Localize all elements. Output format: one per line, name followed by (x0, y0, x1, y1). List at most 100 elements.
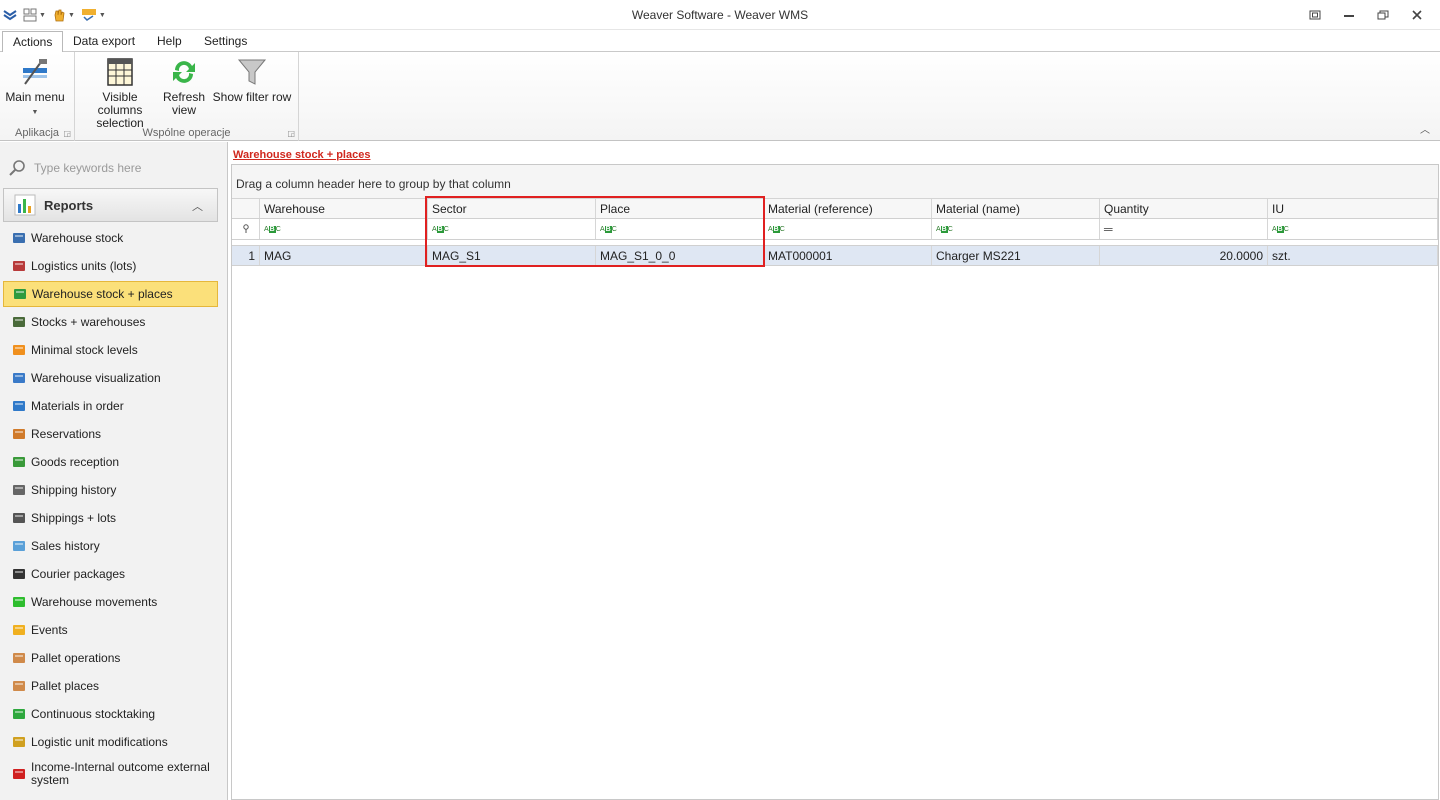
cell-sector[interactable]: MAG_S1 (428, 246, 596, 265)
column-header-quantity[interactable]: Quantity (1100, 199, 1268, 218)
sidebar-item-label: Income-Internal outcome external system (31, 760, 210, 787)
breadcrumb[interactable]: Warehouse stock + places (233, 149, 370, 161)
dialog-launcher-icon[interactable]: ◲ (287, 129, 295, 138)
sidebar-item-logistic-unit-modifications[interactable]: Logistic unit modifications (3, 729, 218, 755)
sidebar-item-label: Sales history (31, 538, 100, 553)
tab-settings[interactable]: Settings (194, 31, 257, 52)
flag-icon (11, 398, 27, 414)
sidebar-item-warehouse-stock[interactable]: Warehouse stock (3, 225, 218, 251)
cell-quantity[interactable]: 20.0000 (1100, 246, 1268, 265)
grid-filter-row: ABC ABC ABC ABC ABC ═ ABC (232, 219, 1438, 240)
tab-help[interactable]: Help (147, 31, 192, 52)
minimize-icon[interactable] (1334, 5, 1364, 25)
column-header-iu[interactable]: IU (1268, 199, 1438, 218)
ribbon-group-label: Wspólne operacje (142, 127, 231, 139)
filter-cell-iu[interactable]: ABC (1268, 219, 1438, 239)
refresh-view-button[interactable]: Refresh view (161, 56, 207, 117)
ribbon-tabs: Actions Data export Help Settings (0, 30, 1440, 53)
cell-warehouse[interactable]: MAG (260, 246, 428, 265)
sidebar-item-stocks-warehouses[interactable]: Stocks + warehouses (3, 309, 218, 335)
filter-cell-quantity[interactable]: ═ (1100, 219, 1268, 239)
sidebar-item-materials-in-order[interactable]: Materials in order (3, 393, 218, 419)
sidebar-item-label: Warehouse visualization (31, 370, 161, 385)
text-filter-icon[interactable]: ABC (936, 225, 953, 233)
sidebar-item-continuous-stocktaking[interactable]: Continuous stocktaking (3, 701, 218, 727)
search-box[interactable]: Type keywords here (8, 156, 218, 180)
visible-columns-button[interactable]: Visible columns selection (81, 56, 159, 130)
sidebar-item-goods-reception[interactable]: Goods reception (3, 449, 218, 475)
sidebar-item-courier-packages[interactable]: Courier packages (3, 561, 218, 587)
reports-chart-icon (14, 194, 36, 216)
cell-iu[interactable]: szt. (1268, 246, 1438, 265)
chevron-down-icon: ▼ (31, 109, 39, 116)
sidebar-item-shippings-lots[interactable]: Shippings + lots (3, 505, 218, 531)
chevron-up-icon[interactable]: ︿ (192, 198, 203, 214)
column-header-sector[interactable]: Sector (428, 199, 596, 218)
dialog-launcher-icon[interactable]: ◲ (63, 129, 71, 138)
refresh-icon (173, 61, 195, 83)
equals-operator-icon[interactable]: ═ (1104, 222, 1113, 236)
sidebar-item-warehouse-visualization[interactable]: Warehouse visualization (3, 365, 218, 391)
plane-icon (11, 566, 27, 582)
tab-actions[interactable]: Actions (2, 31, 64, 53)
pin-icon (242, 224, 249, 233)
filter-cell-material-reference[interactable]: ABC (764, 219, 932, 239)
column-header-warehouse[interactable]: Warehouse (260, 199, 428, 218)
text-filter-icon[interactable]: ABC (264, 225, 281, 233)
ribbon: Main menu ▼ Aplikacja ◲ Visible columns … (0, 52, 1440, 141)
text-filter-icon[interactable]: ABC (1272, 225, 1289, 233)
window-controls (1300, 5, 1432, 25)
collapse-ribbon-icon[interactable]: ︿ (1420, 121, 1430, 136)
filter-cell-sector[interactable]: ABC (428, 219, 596, 239)
table-row[interactable]: 1 MAG MAG_S1 MAG_S1_0_0 MAT000001 Charger MS… (232, 245, 1438, 266)
sidebar-item-reservations[interactable]: Reservations (3, 421, 218, 447)
reception-truck-icon (11, 454, 27, 470)
sidebar-item-pallet-operations[interactable]: Pallet operations (3, 645, 218, 671)
column-header-place[interactable]: Place (596, 199, 764, 218)
sidebar-item-shipping-history[interactable]: Shipping history (3, 477, 218, 503)
visible-columns-label: Visible columns selection (96, 90, 144, 130)
sidebar-item-warehouse-movements[interactable]: Warehouse movements (3, 589, 218, 615)
sidebar-item-logistics-units-lots[interactable]: Logistics units (lots) (3, 253, 218, 279)
row-number: 1 (232, 246, 260, 265)
reports-section-header[interactable]: Reports ︿ (3, 188, 218, 222)
main-menu-button[interactable]: Main menu ▼ (5, 56, 65, 119)
title-bar: ▼ ▼ ▼ Weaver Software - Weaver WMS (0, 0, 1440, 30)
filter-cell-material-name[interactable]: ABC (932, 219, 1100, 239)
sidebar-item-warehouse-stock-places[interactable]: Warehouse stock + places (3, 281, 218, 307)
filter-cell-warehouse[interactable]: ABC (260, 219, 428, 239)
sidebar-item-minimal-stock-levels[interactable]: Minimal stock levels (3, 337, 218, 363)
sidebar-item-income-internal-outcome-external-system[interactable]: Income-Internal outcome external system (3, 757, 218, 791)
sidebar-item-sales-history[interactable]: Sales history (3, 533, 218, 559)
truck-icon (11, 314, 27, 330)
exchange-icon (11, 766, 27, 782)
sidebar-item-label: Pallet places (31, 678, 100, 693)
warehouse-icon (11, 230, 27, 246)
show-filter-row-label: Show filter row (212, 90, 292, 104)
sidebar-item-label: Continuous stocktaking (31, 706, 156, 721)
filter-cell-place[interactable]: ABC (596, 219, 764, 239)
sidebar-item-pallet-places[interactable]: Pallet places (3, 673, 218, 699)
main-menu-label: Main menu (5, 90, 65, 104)
column-header-material-reference[interactable]: Material (reference) (764, 199, 932, 218)
sidebar-item-label: Minimal stock levels (31, 342, 138, 357)
fullscreen-icon[interactable] (1300, 5, 1330, 25)
text-filter-icon[interactable]: ABC (768, 225, 785, 233)
sidebar-item-events[interactable]: Events (3, 617, 218, 643)
close-icon[interactable] (1402, 5, 1432, 25)
search-input[interactable]: Type keywords here (34, 161, 141, 175)
restore-icon[interactable] (1368, 5, 1398, 25)
refresh-view-label: Refresh view (162, 90, 206, 117)
sidebar-item-label: Logistic unit modifications (31, 734, 168, 749)
text-filter-icon[interactable]: ABC (600, 225, 617, 233)
tab-data-export[interactable]: Data export (63, 31, 145, 52)
text-filter-icon[interactable]: ABC (432, 225, 449, 233)
cell-material-reference[interactable]: MAT000001 (764, 246, 932, 265)
cell-place[interactable]: MAG_S1_0_0 (596, 246, 764, 265)
group-by-panel[interactable]: Drag a column header here to group by th… (232, 165, 1438, 199)
cell-material-name[interactable]: Charger MS221 (932, 246, 1100, 265)
cycle-icon (11, 706, 27, 722)
sidebar-item-label: Warehouse movements (31, 594, 158, 609)
show-filter-row-button[interactable]: Show filter row (212, 56, 292, 104)
column-header-material-name[interactable]: Material (name) (932, 199, 1100, 218)
